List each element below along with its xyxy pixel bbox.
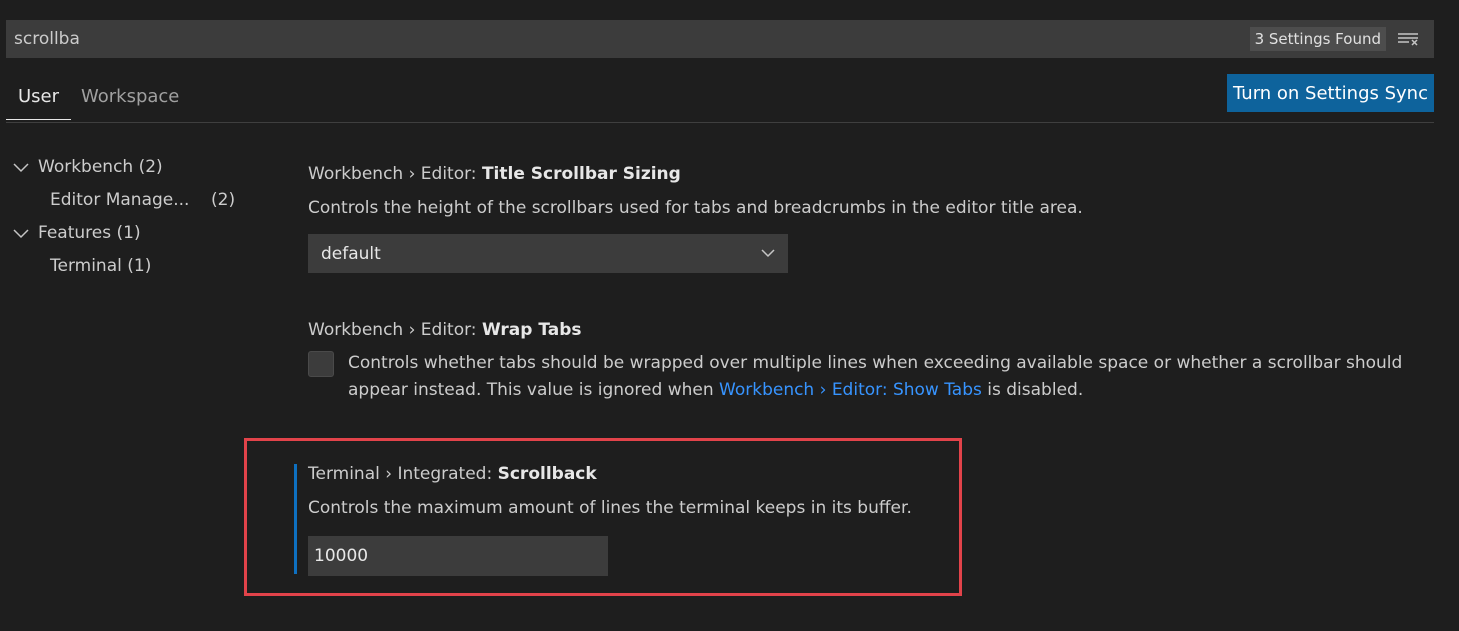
toc-item-terminal[interactable]: Terminal (1) [12, 249, 242, 282]
setting-description: Controls the height of the scrollbars us… [308, 198, 1083, 218]
settings-toc: Workbench (2) Editor Manage... (2) Featu… [12, 150, 242, 282]
toc-item-label: Features (1) [38, 222, 141, 243]
tab-user[interactable]: User [5, 86, 72, 120]
chevron-down-icon [12, 160, 32, 174]
setting-title: Workbench › Editor: Wrap Tabs [308, 320, 1428, 340]
toc-item-label: Terminal (1) [50, 255, 152, 276]
description-text: is disabled. [981, 380, 1084, 400]
toc-item-editor-management[interactable]: Editor Manage... (2) [12, 183, 242, 216]
search-input[interactable] [6, 20, 1250, 58]
chevron-down-icon [12, 226, 32, 240]
setting-key: Title Scrollbar Sizing [481, 164, 681, 184]
chevron-down-icon [760, 244, 776, 264]
toc-item-label: Editor Manage... [50, 189, 190, 210]
focus-indicator [294, 464, 297, 574]
title-scrollbar-sizing-select[interactable]: default [308, 234, 788, 273]
setting-category: Workbench › Editor: [308, 320, 482, 340]
setting-key: Wrap Tabs [481, 320, 582, 340]
setting-category: Terminal › Integrated: [308, 464, 498, 484]
setting-content: Terminal › Integrated: Scrollback Contro… [308, 464, 1008, 576]
tab-workspace[interactable]: Workspace [81, 86, 179, 117]
turn-on-settings-sync-button[interactable]: Turn on Settings Sync [1227, 74, 1434, 112]
clear-filter-icon[interactable] [1396, 29, 1420, 49]
wrap-tabs-row: Controls whether tabs should be wrapped … [308, 350, 1428, 404]
select-value: default [321, 243, 381, 264]
toc-item-workbench[interactable]: Workbench (2) [12, 150, 242, 183]
setting-title: Workbench › Editor: Title Scrollbar Sizi… [308, 164, 1083, 184]
setting-description: Controls the maximum amount of lines the… [308, 498, 912, 518]
setting-title: Terminal › Integrated: Scrollback [308, 464, 1008, 484]
wrap-tabs-checkbox[interactable] [308, 351, 334, 377]
results-count-badge: 3 Settings Found [1249, 27, 1386, 51]
setting-description: Controls whether tabs should be wrapped … [348, 350, 1428, 404]
toc-item-label: Workbench (2) [38, 156, 163, 177]
settings-editor: 3 Settings Found User Workspace Turn on … [0, 0, 1459, 631]
setting-key: Scrollback [497, 464, 597, 484]
settings-scope-tabs: User Workspace Turn on Settings Sync [5, 74, 1434, 123]
search-bar: 3 Settings Found [6, 20, 1434, 58]
toc-item-count: (2) [211, 189, 236, 210]
setting-category: Workbench › Editor: [308, 164, 482, 184]
show-tabs-setting-link[interactable]: Workbench › Editor: Show Tabs [719, 380, 982, 400]
scrollback-input[interactable] [308, 536, 608, 576]
setting-title-scrollbar-sizing: Workbench › Editor: Title Scrollbar Sizi… [308, 164, 1083, 273]
toc-item-features[interactable]: Features (1) [12, 216, 242, 249]
setting-wrap-tabs: Workbench › Editor: Wrap Tabs Controls w… [308, 320, 1428, 404]
